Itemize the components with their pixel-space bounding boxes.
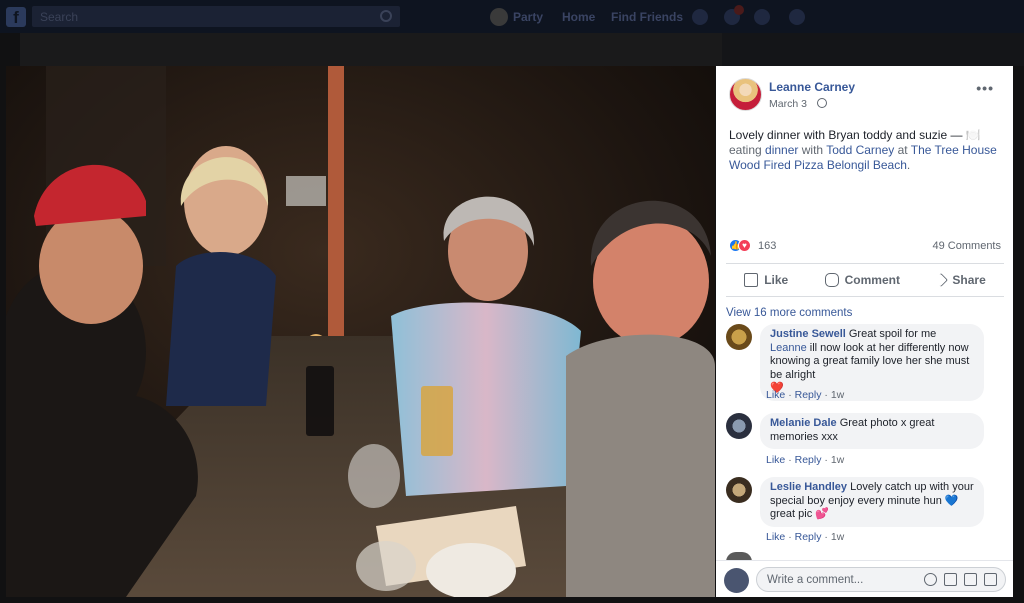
post-photo[interactable] <box>6 66 715 597</box>
facebook-logo-icon[interactable]: f <box>6 7 26 27</box>
divider-top <box>726 263 1004 264</box>
notifications-icon[interactable] <box>754 9 770 25</box>
photo-viewer: f Search Party Home Find Friends Leanne … <box>0 0 1024 603</box>
comment-time[interactable]: 1w <box>831 531 844 543</box>
public-globe-icon[interactable] <box>817 98 827 108</box>
like-button[interactable]: Like <box>744 273 788 287</box>
post-text: Lovely dinner with Bryan toddy and suzie… <box>729 128 1007 173</box>
friend-requests-icon[interactable] <box>692 9 708 25</box>
reactions-summary: 👍 ♥ 163 49 Comments <box>729 238 1001 254</box>
nav-profile[interactable]: Party <box>490 0 543 33</box>
activity-link[interactable]: dinner <box>765 143 798 157</box>
profile-avatar <box>490 7 508 26</box>
share-arrow-icon <box>934 272 949 288</box>
sticker-icon[interactable] <box>984 573 997 586</box>
comment-reply-link[interactable]: Reply <box>795 531 822 543</box>
photo-image <box>6 66 715 597</box>
commenter-avatar[interactable] <box>726 324 752 350</box>
emoji-icon[interactable] <box>924 573 937 586</box>
backdrop-page-strip <box>20 33 722 66</box>
nav-find-friends-label: Find Friends <box>611 9 683 24</box>
tagged-friend-link[interactable]: Todd Carney <box>826 143 894 157</box>
comment-input[interactable]: Write a comment... <box>756 567 1006 592</box>
comment-author[interactable]: Leslie Handley <box>770 481 847 493</box>
comment-meta: Like · Reply · 1w <box>766 454 844 466</box>
top-navigation-bar: f Search Party Home Find Friends <box>0 0 1024 33</box>
post-action-bar: Like Comment Share <box>726 265 1004 295</box>
post-text-intro: Lovely dinner with Bryan toddy and suzie <box>729 128 948 142</box>
comment-composer: Write a comment... <box>716 560 1013 597</box>
nav-find-friends[interactable]: Find Friends <box>611 0 683 33</box>
comment-like-link[interactable]: Like <box>766 389 785 401</box>
comment-text: Great spoil for me <box>845 328 937 340</box>
thumbs-up-icon <box>744 273 759 287</box>
comment-time[interactable]: 1w <box>831 389 844 401</box>
comment-item: Justine Sewell Great spoil for me Leanne… <box>726 324 1006 404</box>
with-text: with <box>801 143 824 157</box>
at-text: at <box>897 143 908 157</box>
comment-time[interactable]: 1w <box>831 454 844 466</box>
author-avatar[interactable] <box>729 78 762 111</box>
comment-label: Comment <box>844 273 900 287</box>
comment-text-continued: great pic <box>770 508 813 520</box>
post-date[interactable]: March 3 <box>769 98 807 110</box>
comment-bubble: Leslie Handley Lovely catch up with your… <box>760 477 984 527</box>
account-menu-icon[interactable] <box>812 9 822 25</box>
activity-verb: eating <box>729 143 762 157</box>
like-label: Like <box>764 273 789 287</box>
view-more-comments-link[interactable]: View 16 more comments <box>726 307 852 319</box>
blue-heart-emoji: 💙 <box>944 494 959 507</box>
commenter-avatar[interactable] <box>726 413 752 439</box>
comment-count[interactable]: 49 Comments <box>933 240 1001 252</box>
comment-item: Melanie Dale Great photo x great memorie… <box>726 413 1006 469</box>
author-name[interactable]: Leanne Carney <box>769 80 855 94</box>
comment-like-link[interactable]: Like <box>766 454 785 466</box>
notification-badge <box>734 5 744 15</box>
comment-meta: Like · Reply · 1w <box>766 531 844 543</box>
comment-author[interactable]: Melanie Dale <box>770 417 837 429</box>
share-label: Share <box>952 273 986 287</box>
post-header: Leanne Carney March 3 ••• <box>729 78 1004 114</box>
comment-author[interactable]: Justine Sewell <box>770 328 846 340</box>
commenter-avatar[interactable] <box>726 477 752 503</box>
share-button[interactable]: Share <box>934 272 986 288</box>
search-bar[interactable]: Search <box>32 6 400 27</box>
post-details-panel: Leanne Carney March 3 ••• Lovely dinner … <box>716 66 1013 597</box>
comment-bubble: Melanie Dale Great photo x great memorie… <box>760 413 984 449</box>
comment-meta: Like · Reply · 1w <box>766 389 844 401</box>
mention-link[interactable]: Leanne <box>770 342 807 354</box>
search-icon[interactable] <box>380 10 392 22</box>
comment-reply-link[interactable]: Reply <box>795 389 822 401</box>
comment-item: Leslie Handley Lovely catch up with your… <box>726 477 1006 553</box>
composer-icons <box>924 573 997 586</box>
comment-bubble-icon <box>824 273 839 287</box>
gif-icon[interactable] <box>964 573 977 586</box>
help-icon[interactable] <box>789 9 805 25</box>
reaction-count[interactable]: 163 <box>758 240 776 252</box>
post-text-dash: — <box>947 128 966 142</box>
more-options-icon[interactable]: ••• <box>976 80 994 96</box>
camera-icon[interactable] <box>944 573 957 586</box>
comment-reply-link[interactable]: Reply <box>795 454 822 466</box>
backdrop-sidebar-strip <box>722 33 1024 66</box>
nav-home-label: Home <box>562 9 596 24</box>
post-period: . <box>906 158 911 172</box>
love-reaction-icon[interactable]: ♥ <box>738 239 751 252</box>
my-avatar[interactable] <box>724 568 749 593</box>
nav-profile-label: Party <box>513 9 544 24</box>
dinner-emoji: 🍽️ <box>965 128 981 142</box>
two-hearts-emoji: 💕 <box>815 508 829 520</box>
search-placeholder: Search <box>40 10 79 24</box>
comment-input-placeholder: Write a comment... <box>767 574 864 586</box>
nav-home[interactable]: Home <box>562 0 595 33</box>
comment-button[interactable]: Comment <box>824 273 900 287</box>
comment-like-link[interactable]: Like <box>766 531 785 543</box>
divider-bottom <box>726 296 1004 297</box>
